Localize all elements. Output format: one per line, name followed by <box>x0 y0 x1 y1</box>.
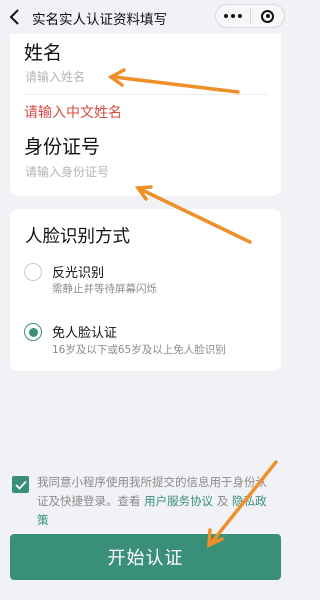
name-input[interactable] <box>25 70 255 84</box>
agreement-text: 我同意小程序使用我所提交的信息用于身份认证及快捷登录。查看 用户服务协议 及 隐… <box>37 473 277 530</box>
target-close-icon[interactable] <box>251 9 284 23</box>
name-error-text: 请输入中文姓名 <box>24 105 122 121</box>
top-bar: 实名实人认证资料填写 <box>0 0 291 34</box>
id-number-input[interactable] <box>25 165 255 179</box>
radio-dot <box>28 327 38 337</box>
name-divider <box>24 94 267 95</box>
option-face-free-desc: 16岁及以下或65岁及以上免人脸识别 <box>52 344 226 356</box>
chevron-left-icon[interactable] <box>8 8 22 26</box>
face-method-title: 人脸识别方式 <box>25 227 130 247</box>
start-verification-button[interactable]: 开始认证 <box>10 534 281 580</box>
option-face-free-label[interactable]: 免人脸认证 <box>52 322 117 341</box>
agreement-and: 及 <box>216 494 229 508</box>
check-icon <box>14 480 27 490</box>
name-label: 姓名 <box>24 42 63 64</box>
agreement-checkbox[interactable] <box>12 476 29 493</box>
page-title: 实名实人认证资料填写 <box>32 12 167 28</box>
radio-face-free[interactable] <box>24 323 42 341</box>
option-reflection-desc: 需静止并等待屏幕闪烁 <box>52 283 157 295</box>
face-method-card: 人脸识别方式 反光识别 需静止并等待屏幕闪烁 免人脸认证 16岁及以下或65岁及… <box>10 209 281 371</box>
user-agreement-link[interactable]: 用户服务协议 <box>144 494 213 508</box>
id-label: 身份证号 <box>24 136 101 158</box>
radio-reflection[interactable] <box>24 263 42 281</box>
mini-program-capsule <box>215 4 285 28</box>
identity-form-card: 姓名 请输入中文姓名 身份证号 <box>10 34 281 196</box>
more-dots-icon[interactable] <box>216 14 250 18</box>
option-reflection-label[interactable]: 反光识别 <box>52 262 104 281</box>
